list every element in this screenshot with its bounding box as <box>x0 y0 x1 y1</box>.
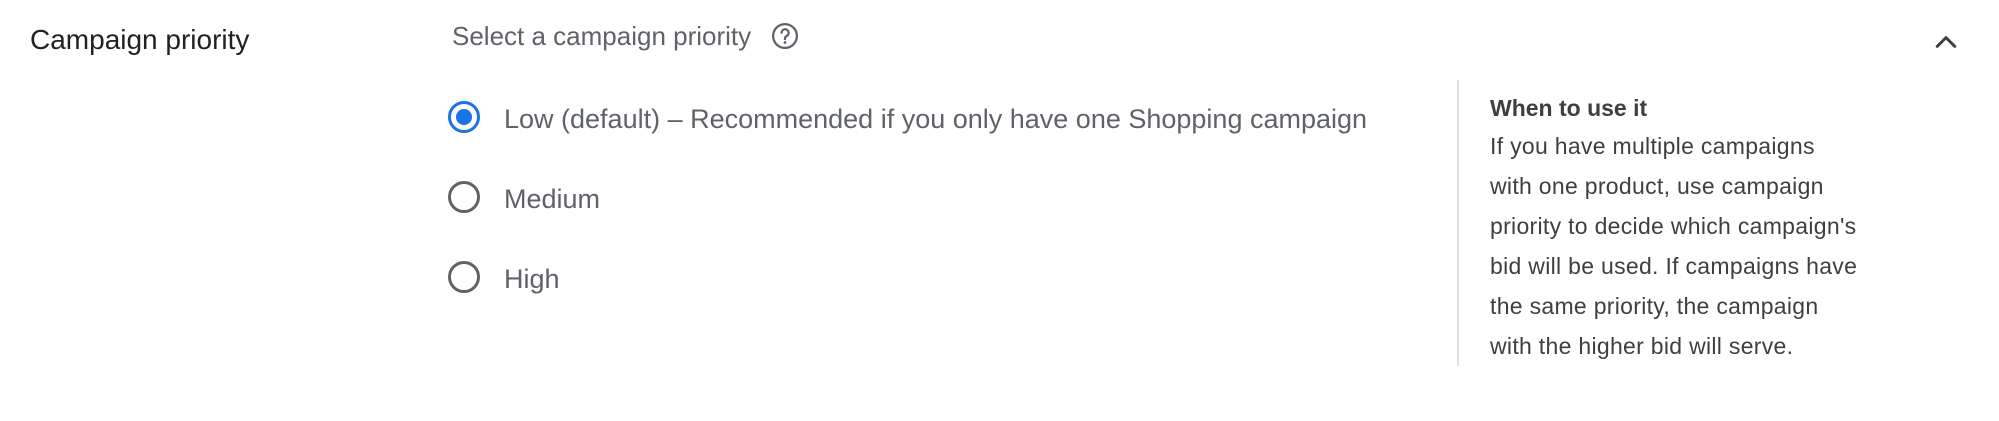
help-body: If you have multiple campaigns with one … <box>1490 126 1920 366</box>
help-line: bid will be used. If campaigns have <box>1490 253 1858 279</box>
subheader-text: Select a campaign priority <box>452 21 752 51</box>
radio-option-low[interactable]: Low (default) – Recommended if you only … <box>446 99 1367 139</box>
campaign-priority-section: Campaign priority Select a campaign prio… <box>0 0 1999 421</box>
collapse-button[interactable] <box>1926 24 1966 64</box>
radio-button-medium[interactable] <box>446 179 486 219</box>
radio-button-high[interactable] <box>446 259 486 299</box>
section-title: Campaign priority <box>30 24 250 55</box>
help-circle-icon[interactable] <box>769 20 801 52</box>
radio-button-low[interactable] <box>446 99 486 139</box>
subheader: Select a campaign priority <box>452 18 801 54</box>
radio-label-low: Low (default) – Recommended if you only … <box>504 104 1368 134</box>
help-line: with one product, use campaign <box>1490 173 1824 199</box>
help-panel: When to use it If you have multiple camp… <box>1490 90 1920 366</box>
vertical-divider <box>1457 80 1459 366</box>
help-line: priority to decide which campaign's <box>1490 213 1857 239</box>
help-line: If you have multiple campaigns <box>1490 133 1815 159</box>
radio-label-medium: Medium <box>504 184 601 214</box>
radio-option-medium[interactable]: Medium <box>446 179 600 219</box>
help-line: the same priority, the campaign <box>1490 293 1819 319</box>
radio-label-high: High <box>504 264 560 294</box>
help-heading: When to use it <box>1490 95 1648 121</box>
radio-option-high[interactable]: High <box>446 259 560 299</box>
chevron-up-icon <box>1931 27 1961 62</box>
help-line: with the higher bid will serve. <box>1490 333 1794 359</box>
